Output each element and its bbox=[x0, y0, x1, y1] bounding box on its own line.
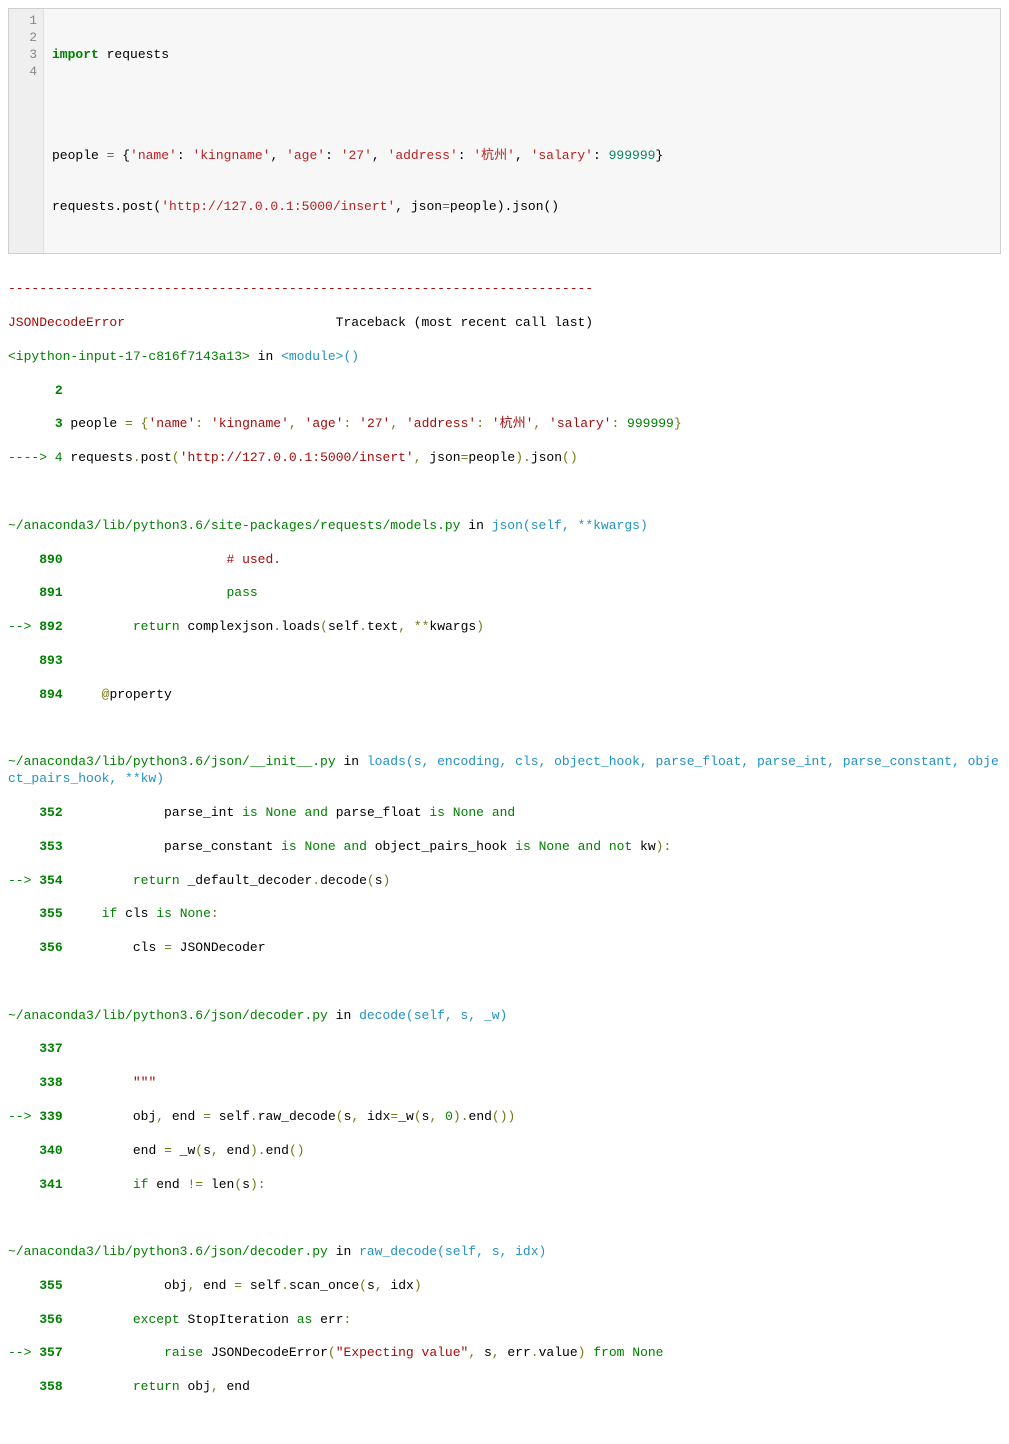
traceback-line: 338 """ bbox=[8, 1075, 1001, 1092]
code-line: import requests bbox=[52, 47, 992, 64]
traceback-line: 2 bbox=[8, 383, 1001, 400]
traceback-line: 340 end = _w(s, end).end() bbox=[8, 1143, 1001, 1160]
traceback-output: ----------------------------------------… bbox=[8, 256, 1001, 1444]
traceback-line: 352 parse_int is None and parse_float is… bbox=[8, 805, 1001, 822]
line-number: 4 bbox=[13, 64, 37, 81]
line-number: 2 bbox=[13, 30, 37, 47]
code-body[interactable]: import requests people = {'name': 'kingn… bbox=[44, 9, 1000, 253]
traceback-line: 355 if cls is None: bbox=[8, 906, 1001, 923]
traceback-line: 890 # used. bbox=[8, 552, 1001, 569]
traceback-line bbox=[8, 1413, 1001, 1430]
traceback-line: ~/anaconda3/lib/python3.6/json/decoder.p… bbox=[8, 1008, 1001, 1025]
traceback-line bbox=[8, 974, 1001, 991]
traceback-line: ----> 4 requests.post('http://127.0.0.1:… bbox=[8, 450, 1001, 467]
traceback-line: ----------------------------------------… bbox=[8, 281, 1001, 298]
traceback-line: <ipython-input-17-c816f7143a13> in <modu… bbox=[8, 349, 1001, 366]
traceback-line: 355 obj, end = self.scan_once(s, idx) bbox=[8, 1278, 1001, 1295]
line-number: 1 bbox=[13, 13, 37, 30]
traceback-line: --> 339 obj, end = self.raw_decode(s, id… bbox=[8, 1109, 1001, 1126]
traceback-line: 356 except StopIteration as err: bbox=[8, 1312, 1001, 1329]
traceback-line: ~/anaconda3/lib/python3.6/json/__init__.… bbox=[8, 754, 1001, 788]
traceback-line: JSONDecodeError Traceback (most recent c… bbox=[8, 315, 1001, 332]
traceback-line bbox=[8, 1210, 1001, 1227]
traceback-line: 894 @property bbox=[8, 687, 1001, 704]
traceback-line: ~/anaconda3/lib/python3.6/json/decoder.p… bbox=[8, 1244, 1001, 1261]
traceback-line: 358 return obj, end bbox=[8, 1379, 1001, 1396]
line-gutter: 1 2 3 4 bbox=[9, 9, 44, 253]
traceback-line: 341 if end != len(s): bbox=[8, 1177, 1001, 1194]
code-input-cell: 1 2 3 4 import requests people = {'name'… bbox=[8, 8, 1001, 254]
traceback-line: 353 parse_constant is None and object_pa… bbox=[8, 839, 1001, 856]
code-line: requests.post('http://127.0.0.1:5000/ins… bbox=[52, 199, 992, 216]
traceback-line: 3 people = {'name': 'kingname', 'age': '… bbox=[8, 416, 1001, 433]
traceback-line: --> 354 return _default_decoder.decode(s… bbox=[8, 873, 1001, 890]
traceback-line bbox=[8, 721, 1001, 738]
code-line: people = {'name': 'kingname', 'age': '27… bbox=[52, 148, 992, 165]
traceback-line: 891 pass bbox=[8, 585, 1001, 602]
traceback-line: ~/anaconda3/lib/python3.6/site-packages/… bbox=[8, 518, 1001, 535]
code-line bbox=[52, 97, 992, 114]
traceback-line: 337 bbox=[8, 1041, 1001, 1058]
traceback-line: 893 bbox=[8, 653, 1001, 670]
line-number: 3 bbox=[13, 47, 37, 64]
traceback-line: 356 cls = JSONDecoder bbox=[8, 940, 1001, 957]
traceback-line bbox=[8, 484, 1001, 501]
traceback-line: --> 892 return complexjson.loads(self.te… bbox=[8, 619, 1001, 636]
traceback-line: --> 357 raise JSONDecodeError("Expecting… bbox=[8, 1345, 1001, 1362]
